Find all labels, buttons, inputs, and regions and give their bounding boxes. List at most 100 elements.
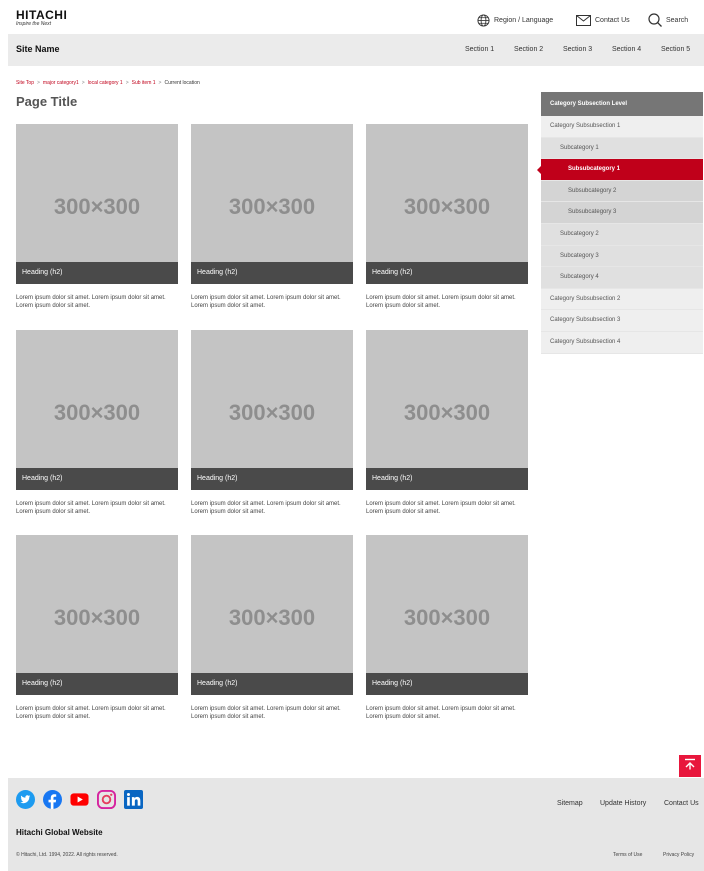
card[interactable]: 300×300 Heading (h2) Lorem ipsum dolor s… [16, 124, 178, 310]
footer-link-sitemap[interactable]: Sitemap [557, 800, 583, 807]
region-language-link[interactable]: Region / Language [477, 12, 553, 28]
footer: Sitemap Update History Contact Us Hitach… [8, 778, 704, 871]
facebook-icon[interactable] [43, 790, 62, 809]
image-placeholder-label: 300×300 [53, 605, 141, 630]
linkedin-icon[interactable] [124, 790, 143, 809]
side-nav-item[interactable]: Category Subsubsection 4 [541, 331, 703, 354]
card-image: 300×300 Heading (h2) [16, 124, 178, 284]
side-nav-heading[interactable]: Category Subsection Level [541, 92, 703, 116]
social-links [16, 790, 143, 809]
breadcrumb-separator: > [158, 80, 162, 86]
card-image: 300×300 Heading (h2) [366, 124, 528, 284]
card-heading[interactable]: Heading (h2) [16, 673, 178, 695]
card[interactable]: 300×300 Heading (h2) Lorem ipsum dolor s… [366, 124, 528, 310]
footer-link-update-history[interactable]: Update History [600, 800, 646, 807]
card[interactable]: 300×300 Heading (h2) Lorem ipsum dolor s… [191, 535, 353, 721]
image-placeholder-label: 300×300 [53, 194, 141, 219]
card-heading[interactable]: Heading (h2) [16, 262, 178, 284]
breadcrumb-current: Current location [164, 80, 200, 86]
side-nav-item[interactable]: Subcategory 2 [541, 223, 703, 246]
breadcrumb-item[interactable]: Sub item 1 [132, 80, 156, 86]
card-text: Lorem ipsum dolor sit amet. Lorem ipsum … [16, 295, 166, 309]
top-bar: HITACHI Inspire the Next Region / Langua… [8, 6, 704, 34]
side-nav-item[interactable]: Category Subsubsection 3 [541, 310, 703, 332]
card-image: 300×300 Heading (h2) [366, 330, 528, 490]
card-heading[interactable]: Heading (h2) [191, 673, 353, 695]
image-placeholder-label: 300×300 [53, 400, 141, 425]
card-heading[interactable]: Heading (h2) [16, 468, 178, 490]
instagram-icon[interactable] [97, 790, 116, 809]
twitter-icon[interactable] [16, 790, 35, 809]
page-frame: HITACHI Inspire the Next Region / Langua… [8, 6, 704, 871]
copyright-text: © Hitachi, Ltd. 1994, 2022. All rights r… [16, 852, 118, 858]
breadcrumb-separator: > [81, 80, 85, 86]
card-heading[interactable]: Heading (h2) [191, 468, 353, 490]
section-link-4[interactable]: Section 4 [612, 46, 641, 53]
logo-wordmark: HITACHI [16, 8, 68, 22]
image-placeholder-label: 300×300 [228, 400, 316, 425]
image-placeholder-label: 300×300 [403, 400, 491, 425]
footer-link-contact-us[interactable]: Contact Us [664, 800, 699, 807]
search-link[interactable]: Search [648, 12, 688, 28]
mail-icon [576, 14, 591, 26]
card-text: Lorem ipsum dolor sit amet. Lorem ipsum … [16, 706, 166, 720]
globe-icon [477, 13, 490, 27]
page-title: Page Title [16, 94, 78, 109]
breadcrumb-item[interactable]: major category1 [43, 80, 79, 86]
card[interactable]: 300×300 Heading (h2) Lorem ipsum dolor s… [366, 535, 528, 721]
card[interactable]: 300×300 Heading (h2) Lorem ipsum dolor s… [366, 330, 528, 516]
card-heading[interactable]: Heading (h2) [366, 673, 528, 695]
card[interactable]: 300×300 Heading (h2) Lorem ipsum dolor s… [16, 330, 178, 516]
breadcrumb: Site Top > major category1 > local category … [16, 80, 200, 86]
side-nav-item[interactable]: Category Subsubsection 1 [541, 116, 703, 138]
contact-us-link[interactable]: Contact Us [576, 12, 630, 28]
side-nav-item-active[interactable]: Subsubcategory 1 [537, 159, 703, 181]
contact-us-label: Contact Us [595, 16, 630, 24]
side-nav-item[interactable]: Subcategory 4 [541, 267, 703, 289]
breadcrumb-separator: > [36, 80, 40, 86]
hitachi-logo[interactable]: HITACHI Inspire the Next [16, 8, 68, 27]
card-text: Lorem ipsum dolor sit amet. Lorem ipsum … [366, 295, 516, 309]
breadcrumb-separator: > [125, 80, 129, 86]
section-link-1[interactable]: Section 1 [465, 46, 494, 53]
site-name[interactable]: Site Name [16, 44, 60, 54]
side-nav-item[interactable]: Subcategory 1 [541, 137, 703, 160]
image-placeholder-label: 300×300 [228, 194, 316, 219]
card-heading[interactable]: Heading (h2) [366, 468, 528, 490]
image-placeholder-label: 300×300 [403, 605, 491, 630]
side-nav-item[interactable]: Subsubcategory 3 [541, 202, 703, 224]
card[interactable]: 300×300 Heading (h2) Lorem ipsum dolor s… [191, 124, 353, 310]
section-link-3[interactable]: Section 3 [563, 46, 592, 53]
section-link-5[interactable]: Section 5 [661, 46, 690, 53]
arrow-up-to-top-icon [684, 757, 696, 775]
site-nav-bar: Site Name Section 1 Section 2 Section 3 … [8, 34, 704, 66]
card-image: 300×300 Heading (h2) [191, 535, 353, 695]
terms-of-use-link[interactable]: Terms of Use [613, 852, 642, 858]
youtube-icon[interactable] [70, 790, 89, 809]
card[interactable]: 300×300 Heading (h2) Lorem ipsum dolor s… [16, 535, 178, 721]
card-text: Lorem ipsum dolor sit amet. Lorem ipsum … [366, 501, 516, 515]
back-to-top-button[interactable] [679, 755, 701, 777]
section-link-2[interactable]: Section 2 [514, 46, 543, 53]
card-text: Lorem ipsum dolor sit amet. Lorem ipsum … [191, 295, 341, 309]
card-text: Lorem ipsum dolor sit amet. Lorem ipsum … [191, 706, 341, 720]
breadcrumb-item[interactable]: local category 1 [88, 80, 123, 86]
card-text: Lorem ipsum dolor sit amet. Lorem ipsum … [366, 706, 516, 720]
image-placeholder-label: 300×300 [228, 605, 316, 630]
card-heading[interactable]: Heading (h2) [366, 262, 528, 284]
search-icon [648, 13, 662, 27]
card-image: 300×300 Heading (h2) [191, 124, 353, 284]
side-nav-item[interactable]: Subcategory 3 [541, 245, 703, 268]
breadcrumb-item[interactable]: Site Top [16, 80, 34, 86]
side-nav-item[interactable]: Subsubcategory 2 [541, 180, 703, 203]
card-heading[interactable]: Heading (h2) [191, 262, 353, 284]
side-navigation: Category Subsection Level Category Subsu… [537, 92, 703, 354]
footer-site-name[interactable]: Hitachi Global Website [16, 828, 103, 837]
card-image: 300×300 Heading (h2) [366, 535, 528, 695]
card[interactable]: 300×300 Heading (h2) Lorem ipsum dolor s… [191, 330, 353, 516]
side-nav-item[interactable]: Category Subsubsection 2 [541, 288, 703, 311]
card-text: Lorem ipsum dolor sit amet. Lorem ipsum … [191, 501, 341, 515]
card-text: Lorem ipsum dolor sit amet. Lorem ipsum … [16, 501, 166, 515]
privacy-policy-link[interactable]: Privacy Policy [663, 852, 694, 858]
region-language-label: Region / Language [494, 16, 554, 24]
